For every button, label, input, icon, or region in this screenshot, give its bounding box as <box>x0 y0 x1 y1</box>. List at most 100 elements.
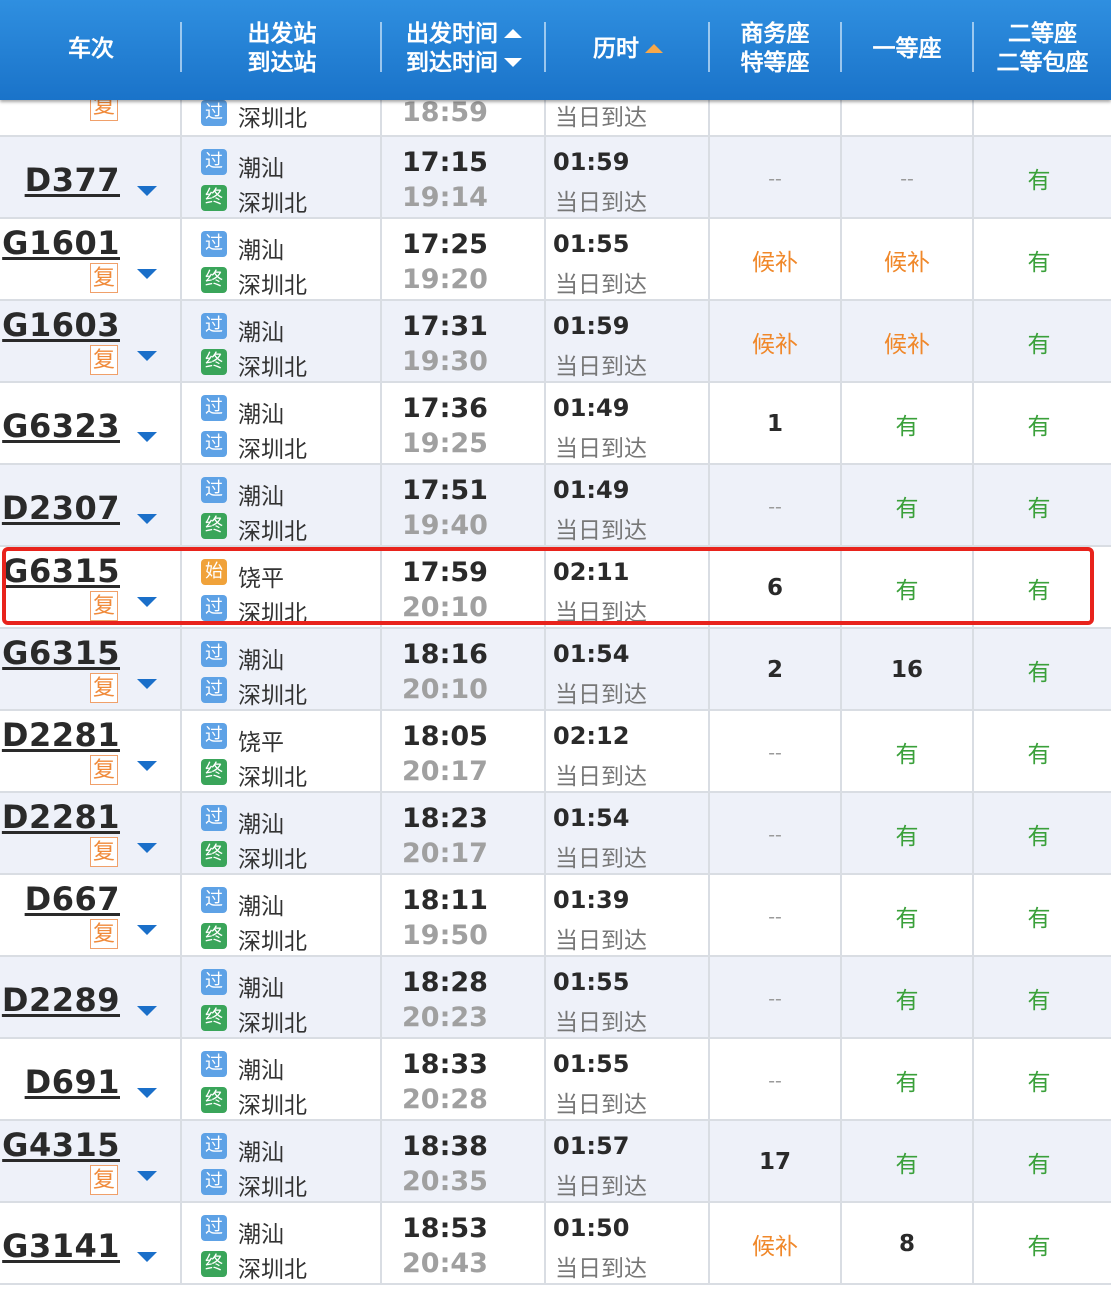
arr-station-badge: 终 <box>201 349 227 375</box>
dep-time: 17:59 <box>402 557 488 588</box>
business-seat-availability[interactable]: 候补 <box>710 301 840 383</box>
business-seat-availability: -- <box>768 822 782 846</box>
expand-caret-icon[interactable] <box>137 432 157 442</box>
train-number-link[interactable]: G1603 <box>2 306 120 344</box>
second-class-availability[interactable]: 有 <box>974 219 1104 301</box>
first-class-availability[interactable]: 有 <box>842 793 972 875</box>
dep-station-badge: 过 <box>201 641 227 667</box>
arr-station-badge: 终 <box>201 841 227 867</box>
expand-caret-icon[interactable] <box>137 1171 157 1181</box>
sort-up-icon[interactable] <box>504 29 522 38</box>
duration: 01:39 <box>553 886 630 914</box>
train-number-link[interactable]: D2281 <box>2 716 120 754</box>
table-row: G1603 复过潮汕终深圳北 17:31 19:30 01:59 当日到达 候补 候补有 <box>0 301 1111 383</box>
header-duration[interactable]: 历时 <box>546 0 710 96</box>
dep-station-name: 潮汕 <box>238 1140 284 1166</box>
second-class-availability[interactable]: 有 <box>974 629 1104 711</box>
second-class-availability[interactable]: 有 <box>974 301 1104 383</box>
header-second-label: 二等座 <box>1008 20 1077 47</box>
arr-time: 19:50 <box>402 920 488 951</box>
train-number-link[interactable]: G6315 <box>2 552 120 590</box>
first-class-availability[interactable]: 有 <box>842 465 972 547</box>
second-class-availability[interactable]: 有 <box>974 1203 1104 1285</box>
dep-station-name: 潮汕 <box>238 812 284 838</box>
duration: 01:50 <box>553 1214 630 1242</box>
arr-time: 20:23 <box>402 1002 488 1033</box>
second-class-availability[interactable]: 有 <box>974 793 1104 875</box>
expand-caret-icon[interactable] <box>137 351 157 361</box>
first-class-availability[interactable]: 16 <box>842 629 972 711</box>
expand-caret-icon[interactable] <box>137 514 157 524</box>
business-seat-availability: -- <box>768 904 782 928</box>
second-class-availability[interactable]: 有 <box>974 547 1104 629</box>
first-class-availability[interactable]: 候补 <box>842 219 972 301</box>
expand-caret-icon[interactable] <box>137 1088 157 1098</box>
table-row: D667 复 过潮汕终深圳北 18:11 19:50 01:39 当日到达 -- 有有 <box>0 875 1111 957</box>
expand-caret-icon[interactable] <box>137 679 157 689</box>
dep-station-name: 潮汕 <box>238 894 284 920</box>
column-divider <box>544 629 546 711</box>
dep-time: 17:25 <box>402 229 488 260</box>
train-number-link[interactable]: G3141 <box>2 1227 120 1265</box>
first-class-availability[interactable]: 有 <box>842 547 972 629</box>
expand-caret-icon[interactable] <box>137 186 157 196</box>
business-seat-availability: -- <box>768 494 782 518</box>
second-class-availability[interactable]: 有 <box>974 957 1104 1039</box>
business-seat-availability[interactable]: 17 <box>710 1121 840 1203</box>
header-stations[interactable]: 出发站 到达站 <box>182 0 382 96</box>
first-class-availability[interactable]: 有 <box>842 1121 972 1203</box>
expand-caret-icon[interactable] <box>137 1252 157 1262</box>
expand-caret-icon[interactable] <box>137 843 157 853</box>
second-class-availability[interactable]: 有 <box>974 383 1104 465</box>
table-row: G6315 复 过潮汕过深圳北 18:16 20:10 01:54 当日到达 2 16 有 <box>0 629 1111 711</box>
business-seat-availability[interactable]: 1 <box>710 383 840 465</box>
train-number-link[interactable]: D2281 <box>2 798 120 836</box>
expand-caret-icon[interactable] <box>137 269 157 279</box>
business-seat-availability[interactable]: 候补 <box>710 1203 840 1285</box>
business-seat-availability[interactable]: 候补 <box>710 219 840 301</box>
second-class-availability[interactable]: 有 <box>974 1121 1104 1203</box>
train-number-link[interactable]: D667 <box>25 880 120 918</box>
sort-down-icon[interactable] <box>504 58 522 67</box>
duration: 01:49 <box>553 476 630 504</box>
first-class-availability[interactable]: 有 <box>842 875 972 957</box>
arr-station-name: 深圳北 <box>238 191 307 217</box>
first-class-availability[interactable]: 有 <box>842 957 972 1039</box>
train-number-link[interactable]: G4315 <box>2 1126 120 1164</box>
arr-station-name: 深圳北 <box>238 601 307 627</box>
train-number-link[interactable]: D2307 <box>2 489 120 527</box>
train-number-link[interactable]: G6323 <box>2 407 120 445</box>
arr-station-badge: 过 <box>201 100 227 126</box>
first-class-availability[interactable]: 有 <box>842 711 972 793</box>
business-seat-availability[interactable]: 2 <box>710 629 840 711</box>
header-times[interactable]: 出发时间 到达时间 <box>382 0 546 96</box>
train-number-link[interactable]: D377 <box>25 161 120 199</box>
header-train[interactable]: 车次 <box>0 0 182 96</box>
second-class-availability[interactable]: 有 <box>974 711 1104 793</box>
second-class-availability[interactable]: 有 <box>974 875 1104 957</box>
train-number-link[interactable]: G1601 <box>2 224 120 262</box>
dep-station-badge: 过 <box>201 723 227 749</box>
train-number-link[interactable]: G6315 <box>2 634 120 672</box>
expand-caret-icon[interactable] <box>137 597 157 607</box>
train-number-link[interactable]: D2289 <box>2 981 120 1019</box>
sort-up-icon[interactable] <box>645 43 663 53</box>
first-class-availability[interactable]: 有 <box>842 383 972 465</box>
first-class-availability[interactable]: 8 <box>842 1203 972 1285</box>
first-class-availability[interactable]: 候补 <box>842 301 972 383</box>
first-class-availability[interactable]: 有 <box>842 1039 972 1121</box>
expand-caret-icon[interactable] <box>137 925 157 935</box>
expand-caret-icon[interactable] <box>137 1006 157 1016</box>
header-second: 二等座 二等包座 <box>974 0 1111 96</box>
header-business-label: 商务座 <box>740 20 810 47</box>
duration: 01:54 <box>553 804 630 832</box>
second-class-availability[interactable]: 有 <box>974 465 1104 547</box>
column-divider <box>180 957 182 1039</box>
train-number-link[interactable]: D691 <box>25 1063 120 1101</box>
business-seat-availability[interactable]: 6 <box>710 547 840 629</box>
expand-caret-icon[interactable] <box>137 761 157 771</box>
second-class-availability[interactable]: 有 <box>974 1039 1104 1121</box>
arrival-note: 当日到达 <box>555 682 647 708</box>
duration: 02:12 <box>553 722 630 750</box>
second-class-availability[interactable]: 有 <box>974 137 1104 219</box>
